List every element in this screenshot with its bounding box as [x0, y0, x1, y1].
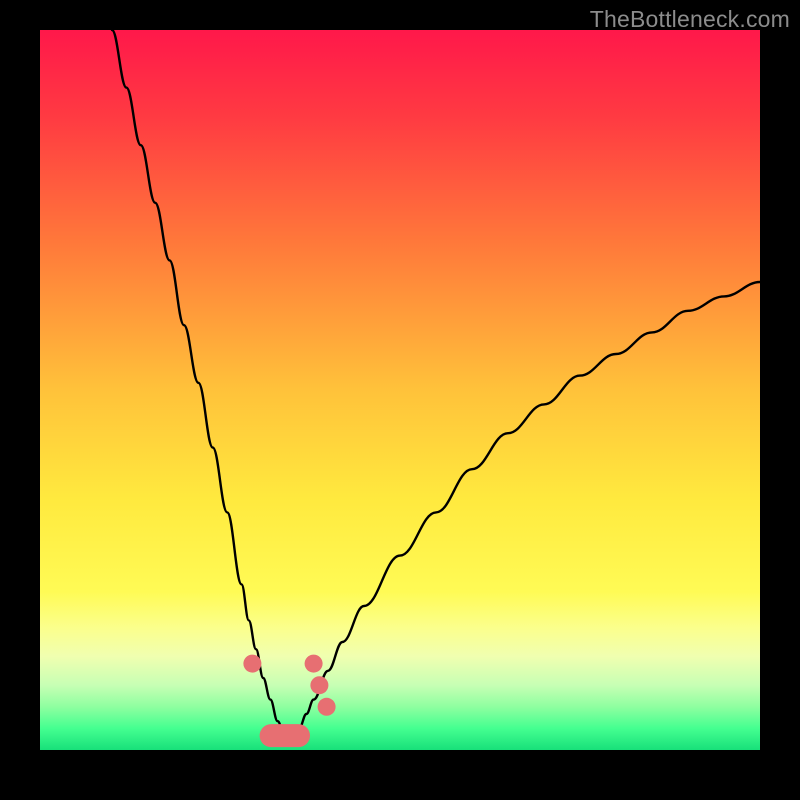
marker-dot: [243, 655, 261, 673]
watermark-text: TheBottleneck.com: [590, 6, 790, 33]
marker-dot: [318, 698, 336, 716]
bottleneck-curve: [112, 30, 760, 736]
marker-dot: [310, 676, 328, 694]
marker-group: [243, 655, 335, 748]
marker-bar: [260, 724, 310, 747]
marker-dot: [305, 655, 323, 673]
chart-frame: TheBottleneck.com: [0, 0, 800, 800]
chart-svg: [40, 30, 760, 750]
